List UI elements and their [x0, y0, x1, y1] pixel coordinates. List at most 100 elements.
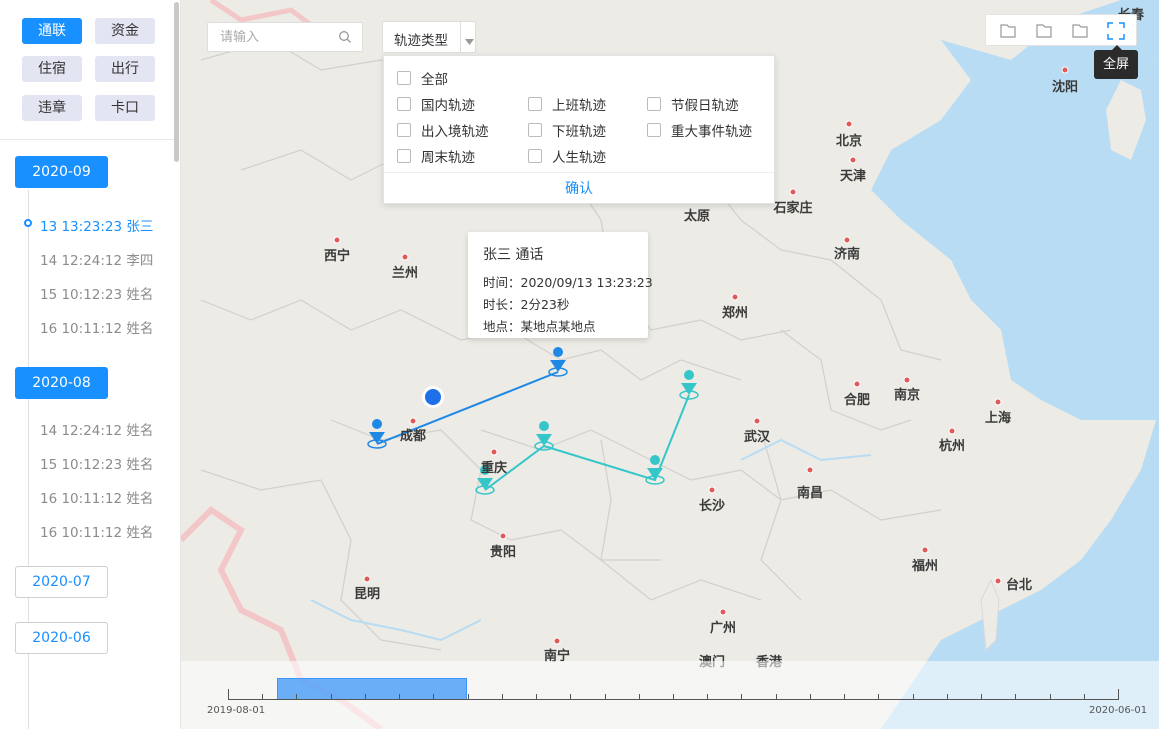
option-domestic[interactable]: 国内轨迹 — [397, 94, 475, 114]
city-label: 南京 — [893, 388, 921, 403]
folder-icon[interactable] — [998, 21, 1018, 41]
option-border[interactable]: 出入境轨迹 — [397, 120, 489, 140]
month-2020-08[interactable]: 2020-08 — [15, 367, 108, 399]
app: 通联 资金 住宿 出行 违章 卡口 2020-09 13 13:23:23 张三… — [0, 0, 1159, 729]
map-toolbar — [985, 14, 1137, 46]
option-life[interactable]: 人生轨迹 — [528, 146, 606, 166]
category-kakou-button[interactable]: 卡口 — [95, 95, 155, 121]
time-tick — [1083, 694, 1085, 700]
search-box — [207, 22, 363, 52]
time-tick — [809, 694, 811, 700]
city-label: 沈阳 — [1051, 80, 1079, 95]
checkbox[interactable] — [397, 71, 411, 85]
sidebar: 通联 资金 住宿 出行 违章 卡口 2020-09 13 13:23:23 张三… — [0, 0, 181, 729]
option-major-event[interactable]: 重大事件轨迹 — [647, 120, 752, 140]
record-item[interactable]: 13 13:23:23 张三 — [40, 215, 153, 235]
checkbox[interactable] — [397, 149, 411, 163]
category-tonglian-button[interactable]: 通联 — [22, 18, 82, 44]
city-dot — [708, 486, 716, 494]
record-item[interactable]: 15 10:12:23 姓名 — [40, 283, 153, 303]
time-slider[interactable]: 2019-08-01 2020-06-01 — [181, 661, 1159, 729]
city-label: 石家庄 — [773, 201, 813, 216]
option-label: 人生轨迹 — [552, 150, 606, 166]
city-label: 广州 — [709, 621, 737, 636]
checkbox[interactable] — [528, 149, 542, 163]
city-dot — [994, 577, 1002, 585]
checkbox[interactable] — [647, 97, 661, 111]
checkbox[interactable] — [397, 97, 411, 111]
time-tick — [501, 694, 503, 700]
category-zijin-button[interactable]: 资金 — [95, 18, 155, 44]
time-tick — [364, 694, 366, 700]
city-dot — [845, 120, 853, 128]
record-item[interactable]: 14 12:24:12 李四 — [40, 249, 153, 269]
city-dot — [719, 608, 727, 616]
folder-icon[interactable] — [1070, 21, 1090, 41]
confirm-button[interactable]: 确认 — [384, 172, 774, 204]
time-range-selection[interactable] — [277, 678, 467, 700]
fullscreen-tooltip: 全屏 — [1094, 45, 1138, 79]
city-label: 重庆 — [480, 461, 508, 476]
info-location: 地点：某地点某地点 — [483, 319, 596, 334]
option-weekend[interactable]: 周末轨迹 — [397, 146, 475, 166]
time-tick — [638, 694, 640, 700]
info-time: 时间：2020/09/13 13:23:23 — [483, 275, 653, 290]
city-dot — [853, 380, 861, 388]
city-dot — [553, 637, 561, 645]
option-commute-to[interactable]: 上班轨迹 — [528, 94, 606, 114]
option-label: 上班轨迹 — [552, 98, 606, 114]
time-tick — [296, 694, 298, 700]
city-label: 贵阳 — [489, 545, 517, 560]
option-label: 周末轨迹 — [421, 150, 475, 166]
option-label: 下班轨迹 — [552, 124, 606, 140]
city-dot — [921, 546, 929, 554]
record-item[interactable]: 16 10:11:12 姓名 — [40, 487, 153, 507]
fullscreen-icon[interactable] — [1106, 21, 1126, 41]
time-end-label: 2020-06-01 — [1089, 705, 1148, 716]
time-tick — [707, 694, 709, 700]
category-zhusu-button[interactable]: 住宿 — [22, 56, 82, 82]
time-tick — [946, 694, 948, 700]
record-item[interactable]: 14 12:24:12 姓名 — [40, 419, 153, 439]
search-input[interactable] — [208, 23, 328, 51]
info-popup: 张三 通话 时间：2020/09/13 13:23:23 时长：2分23秒 地点… — [468, 232, 653, 338]
time-tick — [1015, 694, 1017, 700]
checkbox[interactable] — [647, 123, 661, 137]
month-2020-09[interactable]: 2020-09 — [15, 156, 108, 188]
option-commute-from[interactable]: 下班轨迹 — [528, 120, 606, 140]
time-tick — [330, 694, 332, 700]
caret-down-icon[interactable] — [465, 34, 474, 49]
time-tick — [775, 694, 777, 700]
time-tick — [399, 694, 401, 700]
category-chuxing-button[interactable]: 出行 — [95, 56, 155, 82]
current-location-dot — [425, 389, 441, 405]
time-tick — [741, 694, 743, 700]
time-tick — [433, 694, 435, 700]
city-label: 郑州 — [721, 306, 749, 321]
option-label: 国内轨迹 — [421, 98, 475, 114]
checkbox[interactable] — [397, 123, 411, 137]
info-title: 张三 通话 — [483, 247, 544, 263]
trajectory-type-select[interactable]: 轨迹类型 — [382, 21, 476, 53]
city-label: 天津 — [839, 169, 867, 184]
month-2020-06[interactable]: 2020-06 — [15, 622, 108, 654]
record-item[interactable]: 16 10:11:12 姓名 — [40, 521, 153, 541]
time-tick — [262, 694, 264, 700]
option-all[interactable]: 全部 — [397, 68, 448, 88]
record-item[interactable]: 15 10:12:23 姓名 — [40, 453, 153, 473]
category-weizhang-button[interactable]: 违章 — [22, 95, 82, 121]
record-item[interactable]: 16 10:11:12 姓名 — [40, 317, 153, 337]
search-icon[interactable] — [338, 30, 352, 48]
option-holiday[interactable]: 节假日轨迹 — [647, 94, 739, 114]
folder-icon[interactable] — [1034, 21, 1054, 41]
checkbox[interactable] — [528, 97, 542, 111]
checkbox[interactable] — [528, 123, 542, 137]
sidebar-scrollbar[interactable] — [174, 2, 179, 162]
option-label: 出入境轨迹 — [421, 124, 489, 140]
time-start-label: 2019-08-01 — [207, 705, 266, 716]
city-dot — [490, 448, 498, 456]
city-label: 长沙 — [698, 499, 726, 514]
city-dot — [789, 188, 797, 196]
trajectory-type-dropdown: 全部 国内轨迹 上班轨迹 节假日轨迹 出入境轨迹 下班轨迹 重大事件轨迹 周末轨… — [383, 55, 775, 204]
month-2020-07[interactable]: 2020-07 — [15, 566, 108, 598]
